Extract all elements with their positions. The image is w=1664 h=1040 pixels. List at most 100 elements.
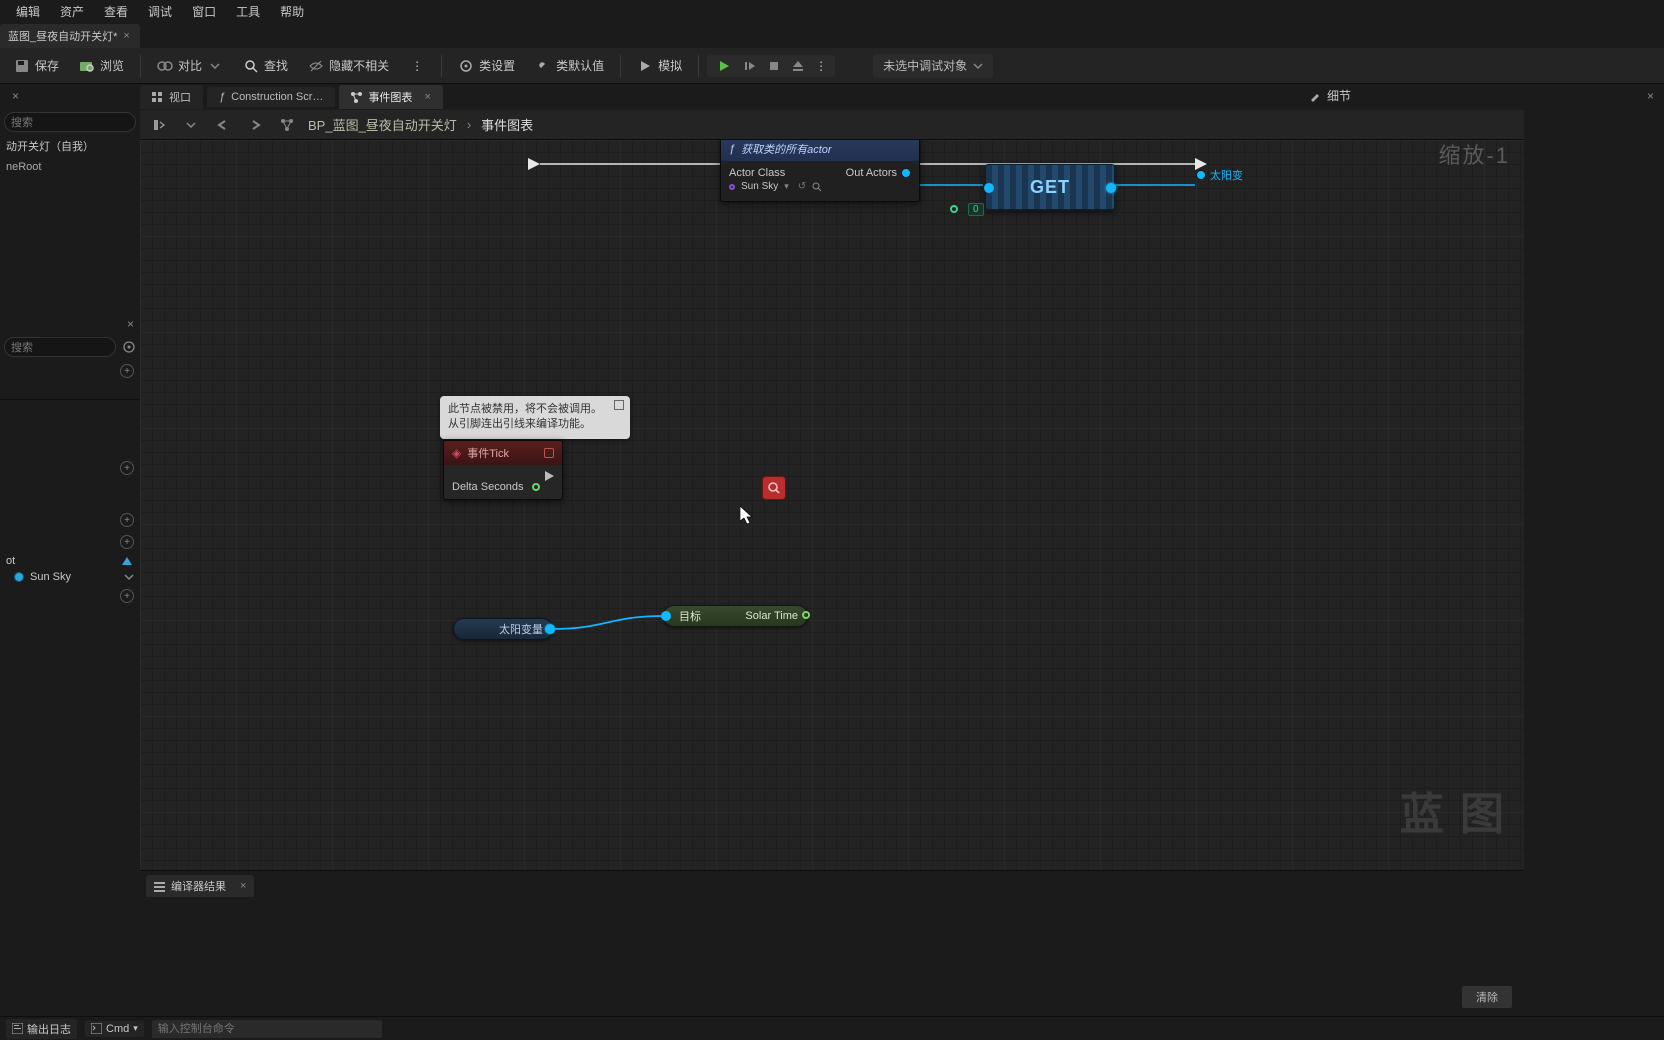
pin-delta-seconds[interactable]: [532, 483, 540, 491]
simulate-button[interactable]: 模拟: [629, 53, 690, 78]
menu-debug[interactable]: 调试: [138, 0, 182, 23]
node-variable-get[interactable]: 太阳变量: [453, 618, 553, 640]
pin-target-in[interactable]: [661, 611, 671, 621]
search-icon[interactable]: [812, 182, 822, 192]
play-more-button[interactable]: ⋮: [811, 57, 831, 75]
class-defaults-button[interactable]: 类默认值: [527, 53, 612, 78]
breadcrumb-leaf[interactable]: 事件图表: [481, 115, 533, 134]
stop-icon: [767, 59, 781, 73]
index-value[interactable]: 0: [968, 203, 984, 216]
play-button[interactable]: [711, 57, 737, 75]
node-disabled-tooltip: 此节点被禁用，将不会被调用。 从引脚连出引线来编译功能。: [440, 396, 630, 439]
compiler-results-tab[interactable]: 编译器结果 ×: [146, 875, 254, 897]
add-icon[interactable]: +: [120, 535, 134, 549]
menu-window[interactable]: 窗口: [182, 0, 226, 23]
pin-sun-variable[interactable]: 太阳变: [1196, 165, 1256, 185]
nav-back-button[interactable]: [212, 114, 234, 136]
graph-panel: BP_蓝图_昼夜自动开关灯 › 事件图表 缩放-1: [140, 110, 1524, 1016]
node-event-tick[interactable]: ◈ 事件Tick Delta Seconds: [443, 440, 563, 500]
pin-out-actors[interactable]: [901, 168, 911, 178]
pin-item-out[interactable]: [1106, 183, 1116, 193]
gear-icon[interactable]: [122, 340, 136, 354]
section-event-dispatchers[interactable]: +: [0, 585, 140, 607]
node-solar-time[interactable]: 目标 Solar Time: [663, 605, 808, 627]
section-graphs[interactable]: +: [0, 360, 140, 382]
close-icon[interactable]: ×: [123, 30, 129, 42]
close-icon[interactable]: ×: [127, 317, 134, 331]
diff-icon: [157, 58, 173, 74]
wrench-icon: [535, 58, 551, 74]
tab-construction-label: Construction Scr…: [231, 91, 323, 103]
pin-data[interactable]: [1196, 170, 1206, 180]
class-settings-button[interactable]: 类设置: [450, 53, 523, 78]
add-icon[interactable]: +: [120, 461, 134, 475]
cmd-type-dropdown[interactable]: Cmd ▾: [85, 1021, 144, 1037]
nav-forward-button[interactable]: [244, 114, 266, 136]
add-icon[interactable]: +: [120, 364, 134, 378]
close-icon[interactable]: ×: [1647, 89, 1654, 103]
section-variables[interactable]: +: [0, 531, 140, 553]
actor-class-value[interactable]: Sun Sky: [741, 181, 778, 192]
variable-parent[interactable]: ot: [0, 553, 140, 569]
hide-unrelated-button[interactable]: 隐藏不相关: [300, 53, 397, 78]
step-button[interactable]: [739, 57, 761, 75]
close-icon[interactable]: ×: [240, 880, 246, 892]
mouse-cursor-icon: [740, 506, 756, 526]
section-macros[interactable]: +: [0, 509, 140, 531]
tab-event-graph[interactable]: 事件图表 ×: [339, 85, 442, 109]
diff-button[interactable]: 对比: [149, 53, 231, 78]
my-blueprint-search[interactable]: 搜索: [4, 337, 116, 357]
browse-button[interactable]: 浏览: [71, 53, 132, 78]
menu-tools[interactable]: 工具: [226, 0, 270, 23]
debug-target-dropdown[interactable]: 未选中调试对象: [873, 54, 993, 78]
pin-exec-out[interactable]: [545, 471, 554, 481]
pin-value-out[interactable]: [545, 624, 555, 634]
chevron-down-icon[interactable]: ▾: [784, 181, 789, 192]
menu-asset[interactable]: 资产: [50, 0, 94, 23]
chevron-down-icon[interactable]: [180, 114, 202, 136]
node-header[interactable]: ◈ 事件Tick: [444, 441, 562, 465]
console-command-input[interactable]: [152, 1020, 382, 1038]
tab-construction[interactable]: ƒ Construction Scr…: [207, 87, 335, 107]
terminal-icon: [91, 1023, 102, 1034]
function-icon: ƒ: [219, 91, 225, 103]
variable-sun-sky[interactable]: Sun Sky: [0, 569, 140, 585]
eject-button[interactable]: [787, 57, 809, 75]
save-button[interactable]: 保存: [6, 53, 67, 78]
tab-viewport[interactable]: 视口: [140, 85, 203, 109]
toolbar-more-1[interactable]: ⋮: [401, 54, 433, 78]
pin-actor-class[interactable]: [729, 184, 735, 190]
stop-button[interactable]: [763, 57, 785, 75]
output-log-button[interactable]: 输出日志: [6, 1019, 77, 1039]
chevron-down-icon[interactable]: [124, 572, 134, 582]
find-results-marker[interactable]: [762, 476, 786, 500]
menu-edit[interactable]: 编辑: [6, 0, 50, 23]
add-icon[interactable]: +: [120, 513, 134, 527]
menu-view[interactable]: 查看: [94, 0, 138, 23]
node-array-get[interactable]: 0 GET: [985, 164, 1115, 210]
details-label: 细节: [1327, 87, 1351, 104]
component-root-item[interactable]: neRoot: [0, 158, 140, 176]
breadcrumb-root[interactable]: BP_蓝图_昼夜自动开关灯: [308, 115, 457, 134]
close-icon[interactable]: ×: [424, 91, 430, 103]
component-self-item[interactable]: 动开关灯（自我）: [0, 134, 140, 158]
pin-solar-time-out[interactable]: [802, 611, 810, 619]
node-get-all-actors[interactable]: ƒ 获取类的所有actor Actor Class Out Actors Sun…: [720, 140, 920, 202]
diff-label: 对比: [178, 57, 202, 74]
pin-index[interactable]: [950, 205, 958, 213]
menu-help[interactable]: 帮助: [270, 0, 314, 23]
close-icon[interactable]: ×: [12, 89, 19, 103]
node-header[interactable]: ƒ 获取类的所有actor: [721, 140, 919, 161]
reset-icon[interactable]: ↺: [798, 181, 806, 192]
pin-array-in[interactable]: [984, 183, 994, 193]
components-search[interactable]: 搜索: [4, 112, 136, 132]
document-tab[interactable]: 蓝图_昼夜自动开关灯* ×: [0, 24, 140, 48]
graph-menu-button[interactable]: [148, 114, 170, 136]
add-icon[interactable]: +: [120, 589, 134, 603]
section-functions[interactable]: +: [0, 457, 140, 479]
breakpoint-toggle[interactable]: [544, 448, 554, 458]
find-button[interactable]: 查找: [235, 53, 296, 78]
chevron-down-icon[interactable]: [207, 58, 223, 74]
event-graph-canvas[interactable]: 缩放-1 ƒ 获取类的所有actor: [140, 140, 1524, 870]
clear-button[interactable]: 清除: [1462, 986, 1512, 1008]
